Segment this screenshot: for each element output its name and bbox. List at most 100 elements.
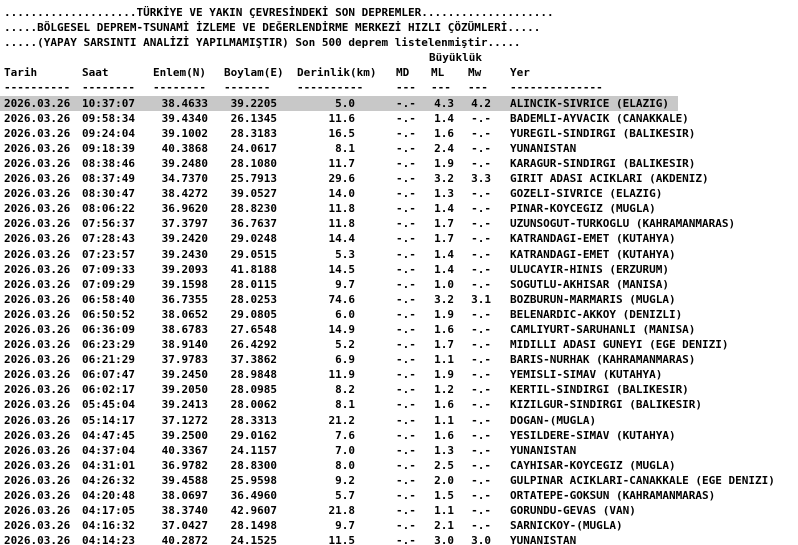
ml-cell: 1.1 bbox=[434, 353, 454, 367]
derinlik-cell: 5.2 bbox=[335, 338, 355, 352]
tarih-cell: 2026.03.26 bbox=[4, 383, 71, 397]
earthquake-row[interactable]: 2026.03.26 06:36:09 38.6783 27.6548 14.9 -.- 1… bbox=[0, 322, 798, 337]
saat-cell: 04:26:32 bbox=[82, 473, 135, 487]
md-cell: -.- bbox=[396, 126, 416, 140]
earthquake-row[interactable]: 2026.03.26 08:06:22 36.9620 28.8230 11.8 -.- 1… bbox=[0, 201, 798, 216]
mw-cell: -.- bbox=[471, 247, 491, 261]
enlem-cell: 39.2413 bbox=[161, 398, 208, 412]
enlem-cell: 36.7355 bbox=[161, 292, 208, 306]
mw-cell: -.- bbox=[471, 111, 491, 125]
earthquake-row[interactable]: 2026.03.26 06:50:52 38.0652 29.0805 6.0 -.- 1.… bbox=[0, 307, 798, 322]
mw-cell: -.- bbox=[471, 141, 491, 155]
yer-cell: PINAR-KOYCEGIZ (MUGLA) bbox=[510, 202, 656, 216]
earthquake-row[interactable]: 2026.03.26 07:56:37 37.3797 36.7637 11.8 -.- 1… bbox=[0, 216, 798, 231]
enlem-cell: 38.0697 bbox=[161, 489, 208, 502]
boylam-cell: 28.8230 bbox=[230, 202, 277, 216]
ml-cell: 1.1 bbox=[434, 504, 454, 518]
ml-cell: 2.1 bbox=[434, 519, 454, 533]
earthquake-row[interactable]: 2026.03.26 06:21:29 37.9783 37.3862 6.9 -.- 1.… bbox=[0, 352, 798, 367]
boylam-cell: 24.1157 bbox=[230, 443, 277, 457]
tarih-cell: 2026.03.26 bbox=[4, 428, 71, 442]
earthquake-row[interactable]: 2026.03.26 09:58:34 39.4340 26.1345 11.6 -.- 1… bbox=[0, 111, 798, 126]
earthquake-row[interactable]: 2026.03.26 04:17:05 38.3740 42.9607 21.8 -.- 1… bbox=[0, 503, 798, 518]
earthquake-row[interactable]: 2026.03.26 07:09:33 39.2093 41.8188 14.5 -.- 1… bbox=[0, 262, 798, 277]
tarih-cell: 2026.03.26 bbox=[4, 489, 71, 502]
saat-cell: 06:23:29 bbox=[82, 338, 135, 352]
earthquake-row[interactable]: 2026.03.26 10:37:07 38.4633 39.2205 5.0 -.- 4.… bbox=[0, 95, 678, 111]
enlem-cell: 39.2093 bbox=[161, 262, 208, 276]
yer-cell: GORUNDU-GEVAS (VAN) bbox=[510, 504, 636, 518]
yer-cell: DOGAN-(MUGLA) bbox=[510, 413, 597, 427]
earthquake-row[interactable]: 2026.03.26 08:30:47 38.4272 39.0527 14.0 -.- 1… bbox=[0, 186, 798, 201]
earthquake-row[interactable]: 2026.03.26 09:24:04 39.1002 28.3183 16.5 -.- 1… bbox=[0, 126, 798, 141]
earthquake-row[interactable]: 2026.03.26 04:20:48 38.0697 36.4960 5.7 -.- 1.… bbox=[0, 488, 798, 503]
tarih-cell: 2026.03.26 bbox=[4, 111, 71, 125]
ml-cell: 1.9 bbox=[434, 307, 454, 321]
mw-cell: -.- bbox=[471, 277, 491, 291]
yer-cell: CAMLIYURT-SARUHANLI (MANISA) bbox=[510, 322, 696, 336]
earthquake-row[interactable]: 2026.03.26 05:45:04 39.2413 28.0062 8.1 -.- 1.… bbox=[0, 397, 798, 412]
earthquake-row[interactable]: 2026.03.26 04:16:32 37.0427 28.1498 9.7 -.- 2.… bbox=[0, 518, 798, 533]
md-cell: -.- bbox=[396, 428, 416, 442]
earthquake-row[interactable]: 2026.03.26 04:31:01 36.9782 28.8300 8.0 -.- 2.… bbox=[0, 458, 798, 473]
earthquake-row[interactable]: 2026.03.26 07:28:43 39.2420 29.0248 14.4 -.- 1… bbox=[0, 231, 798, 246]
earthquake-row[interactable]: 2026.03.26 04:37:04 40.3367 24.1157 7.0 -.- 1.… bbox=[0, 443, 798, 458]
derinlik-cell: 5.7 bbox=[335, 489, 355, 502]
derinlik-cell: 74.6 bbox=[328, 292, 356, 306]
earthquake-row[interactable]: 2026.03.26 05:14:17 37.1272 28.3313 21.2 -.- 1… bbox=[0, 413, 798, 428]
earthquake-row[interactable]: 2026.03.26 08:37:49 34.7370 25.7913 29.6 -.- 3… bbox=[0, 171, 798, 186]
tarih-cell: 2026.03.26 bbox=[4, 126, 71, 140]
ml-cell: 1.4 bbox=[434, 262, 454, 276]
earthquake-row[interactable]: 2026.03.26 06:23:29 38.9140 26.4292 5.2 -.- 1.… bbox=[0, 337, 798, 352]
ml-cell: 1.7 bbox=[434, 338, 454, 352]
col-tarih: Tarih bbox=[4, 66, 38, 80]
earthquake-row[interactable]: 2026.03.26 04:14:23 40.2872 24.1525 11.5 -.- 3… bbox=[0, 533, 798, 545]
earthquake-row[interactable]: 2026.03.26 09:18:39 40.3868 24.0617 8.1 -.- 2.… bbox=[0, 141, 798, 156]
ml-cell: 1.7 bbox=[434, 232, 454, 246]
saat-cell: 04:20:48 bbox=[82, 489, 135, 502]
ml-cell: 3.2 bbox=[434, 292, 454, 306]
col-ml: ML bbox=[431, 66, 445, 80]
yer-cell: SOGUTLU-AKHISAR (MANISA) bbox=[510, 277, 669, 291]
saat-cell: 04:47:45 bbox=[82, 428, 135, 442]
md-cell: -.- bbox=[396, 489, 416, 502]
banner-note: .....(YAPAY SARSINTI ANALİZİ YAPILMAMIŞT… bbox=[4, 36, 521, 50]
tarih-cell: 2026.03.26 bbox=[4, 322, 71, 336]
earthquake-table-body: 2026.03.26 10:37:07 38.4633 39.2205 5.0 -.- 4.… bbox=[0, 95, 798, 545]
md-cell: -.- bbox=[396, 413, 416, 427]
mw-cell: -.- bbox=[471, 217, 491, 231]
boylam-cell: 24.1525 bbox=[230, 534, 277, 545]
ml-cell: 2.0 bbox=[434, 473, 454, 487]
earthquake-row[interactable]: 2026.03.26 06:58:40 36.7355 28.0253 74.6 -.- 3… bbox=[0, 292, 798, 307]
banner-subtitle: .....BÖLGESEL DEPREM-TSUNAMİ İZLEME VE D… bbox=[4, 21, 541, 35]
saat-cell: 09:18:39 bbox=[82, 141, 135, 155]
enlem-cell: 36.9782 bbox=[161, 458, 208, 472]
enlem-cell: 40.3367 bbox=[161, 443, 208, 457]
tarih-cell: 2026.03.26 bbox=[4, 443, 71, 457]
earthquake-row[interactable]: 2026.03.26 07:23:57 39.2430 29.0515 5.3 -.- 1.… bbox=[0, 247, 798, 262]
earthquake-row[interactable]: 2026.03.26 04:26:32 39.4588 25.9598 9.2 -.- 2.… bbox=[0, 473, 798, 488]
saat-cell: 10:37:07 bbox=[82, 96, 135, 110]
boylam-cell: 28.0115 bbox=[230, 277, 277, 291]
mw-cell: -.- bbox=[471, 473, 491, 487]
earthquake-row[interactable]: 2026.03.26 07:09:29 39.1598 28.0115 9.7 -.- 1.… bbox=[0, 277, 798, 292]
boylam-cell: 39.2205 bbox=[230, 96, 277, 110]
md-cell: -.- bbox=[396, 262, 416, 276]
tarih-cell: 2026.03.26 bbox=[4, 202, 71, 216]
md-cell: -.- bbox=[396, 96, 416, 110]
boylam-cell: 25.9598 bbox=[230, 473, 277, 487]
ml-cell: 1.6 bbox=[434, 398, 454, 412]
earthquake-row[interactable]: 2026.03.26 04:47:45 39.2500 29.0162 7.6 -.- 1.… bbox=[0, 428, 798, 443]
md-cell: -.- bbox=[396, 156, 416, 170]
derinlik-cell: 8.1 bbox=[335, 141, 355, 155]
earthquake-row[interactable]: 2026.03.26 08:38:46 39.2480 28.1080 11.7 -.- 1… bbox=[0, 156, 798, 171]
saat-cell: 06:50:52 bbox=[82, 307, 135, 321]
saat-cell: 05:14:17 bbox=[82, 413, 135, 427]
boylam-cell: 28.1498 bbox=[230, 519, 277, 533]
earthquake-row[interactable]: 2026.03.26 06:07:47 39.2450 28.9848 11.9 -.- 1… bbox=[0, 367, 798, 382]
enlem-cell: 38.3740 bbox=[161, 504, 208, 518]
mw-cell: -.- bbox=[471, 504, 491, 518]
tarih-cell: 2026.03.26 bbox=[4, 413, 71, 427]
derinlik-cell: 9.7 bbox=[335, 277, 355, 291]
earthquake-row[interactable]: 2026.03.26 06:02:17 39.2050 28.0985 8.2 -.- 1.… bbox=[0, 382, 798, 397]
